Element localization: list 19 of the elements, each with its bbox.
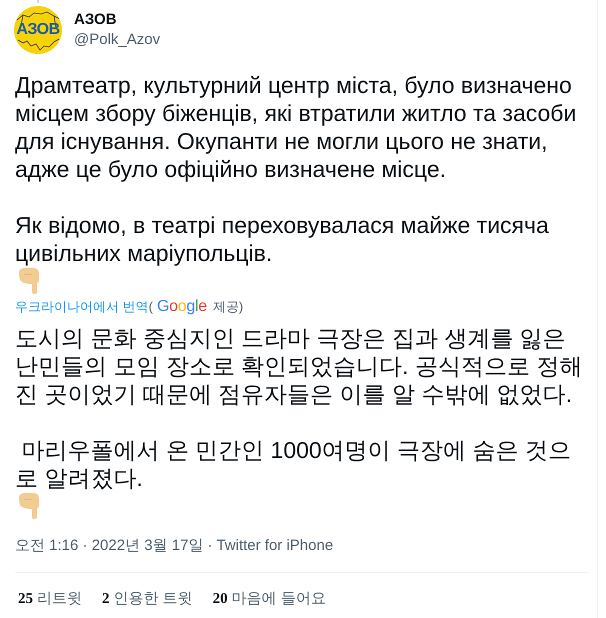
author-name[interactable]: АЗОВ (74, 10, 160, 30)
google-logo: Google (156, 298, 207, 316)
logo-text: АЗОВ (16, 21, 60, 39)
attribution-text: 제공) (212, 298, 244, 316)
tweet-text: Драмтеатр, культурний центр міста, було визначено місцем збору біженців, які втратили житло та засоби для існування. Окупанти не могли цього не знати, адже це було офіційно визначене місце. (15, 71, 578, 183)
tweet-text: Як відомо, в театрі переховувалася майже тисяча цивільних маріупольців. (15, 211, 550, 267)
timestamp-link[interactable]: 오전 1:16 · 2022년 3월 17일 (15, 536, 204, 556)
tweet-text: 마리우폴에서 온 민간인 1000여명이 극장에 숨은 것으로 알려졌다. (15, 436, 572, 492)
stat-link[interactable]: 25 리트윗 (18, 589, 82, 609)
pointing-down-hand-icon (18, 493, 39, 519)
author-handle[interactable]: @Polk_Azov (74, 30, 160, 50)
avatar-logo[interactable]: АЗОВ (14, 6, 62, 54)
stat-link[interactable]: 2 인용한 트윗 (102, 589, 193, 609)
separator-dot: · (207, 536, 212, 556)
source-link[interactable]: Twitter for iPhone (216, 536, 334, 556)
tweet-text: 도시의 문화 중심지인 드라마 극장은 집과 생계를 잃은 난민들의 모임 장소로 확인되었습니다. 공식적으로 정해진 곳이었기 때문에 점유자들은 이를 알 수밖에 없었다. (15, 324, 584, 408)
pointing-down-hand-icon (18, 268, 39, 294)
stat-link[interactable]: 20 마음에 들어요 (212, 589, 326, 609)
paren-text: ( (148, 298, 153, 316)
